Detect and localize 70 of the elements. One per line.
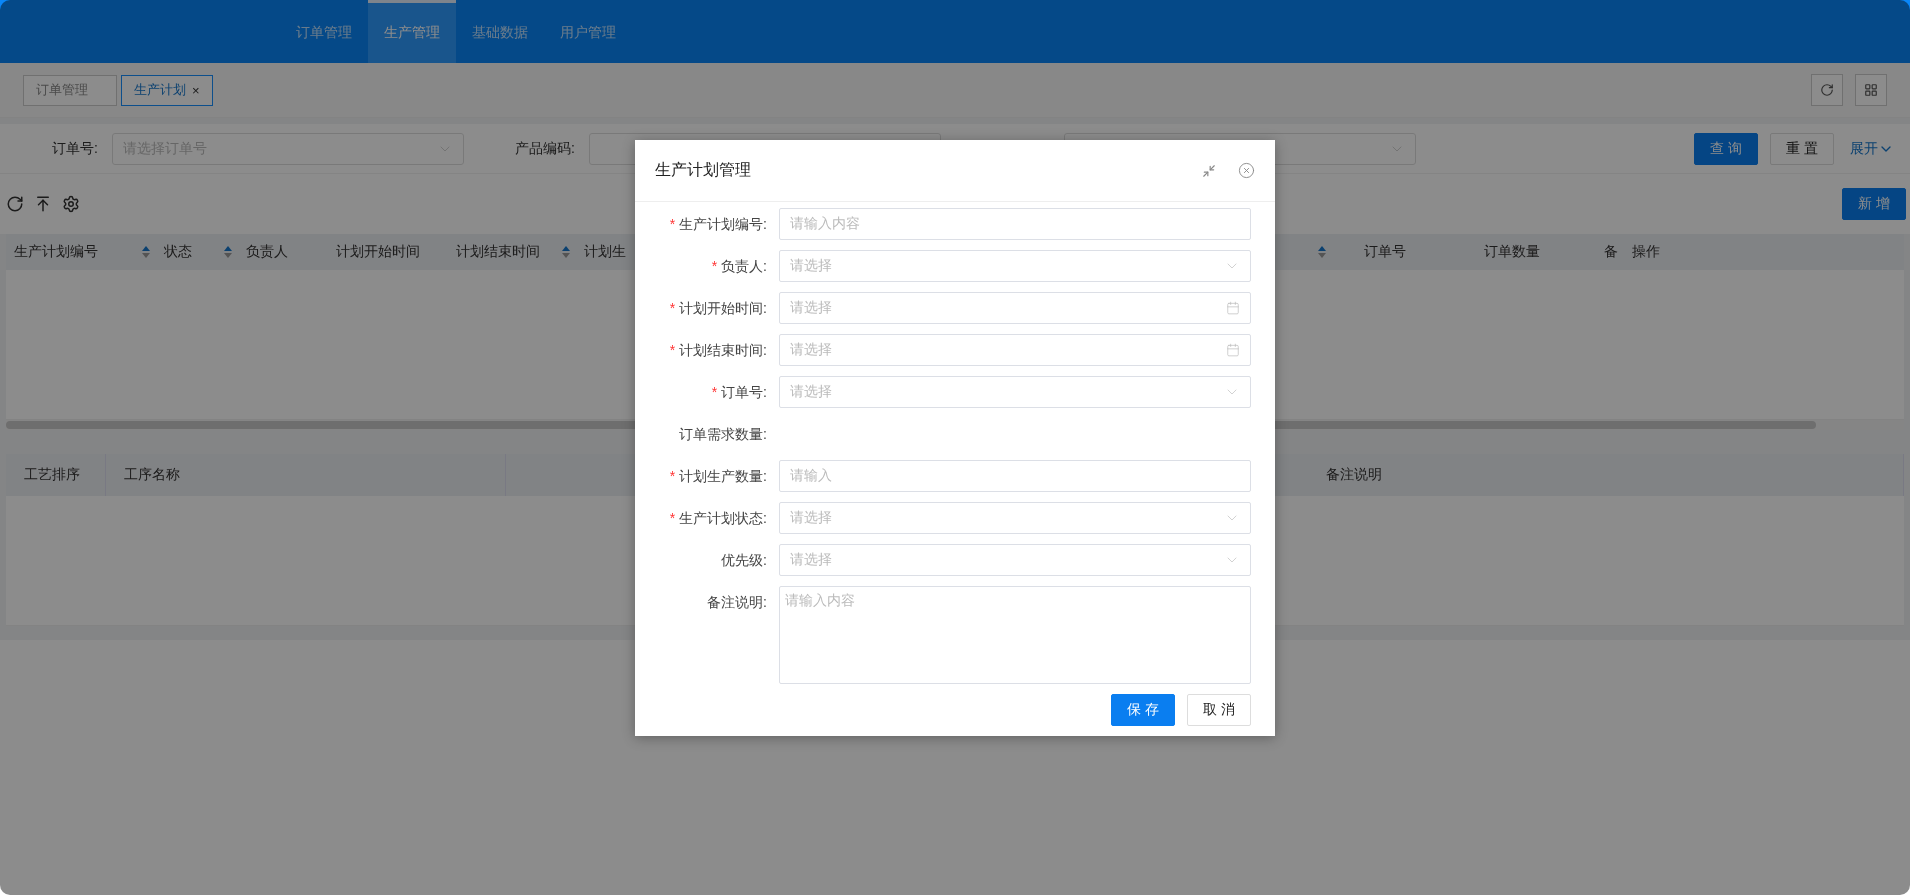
column-header: 计划开始时间	[336, 243, 420, 261]
grid-icon	[1864, 83, 1878, 97]
calendar-icon	[1226, 343, 1240, 357]
minimize-icon[interactable]	[1202, 163, 1216, 178]
form-label: * 计划结束时间:	[668, 341, 768, 360]
column-header: 负责人	[246, 243, 288, 261]
required-mark: *	[669, 342, 676, 358]
required-mark: *	[669, 510, 676, 526]
layout-button[interactable]	[1855, 74, 1887, 106]
sort-icon[interactable]	[142, 246, 150, 258]
add-button[interactable]: 新 增	[1842, 188, 1906, 220]
select-field[interactable]: 请选择	[779, 502, 1251, 534]
column-header: 订单数量	[1484, 243, 1540, 261]
sort-icon[interactable]	[224, 246, 232, 258]
form-label: 订单需求数量:	[678, 425, 768, 444]
menu-item[interactable]: 订单管理	[280, 0, 368, 63]
form-label: * 订单号:	[710, 383, 768, 402]
select-field[interactable]: 请选择	[779, 376, 1251, 408]
menu-item[interactable]: 基础数据	[456, 0, 544, 63]
column-header: 状态	[164, 243, 192, 261]
form-label: * 生产计划编号:	[668, 215, 768, 234]
required-mark: *	[669, 300, 676, 316]
date-field[interactable]: 请选择	[779, 334, 1251, 366]
select-field[interactable]: 请选择	[779, 250, 1251, 282]
menu-item[interactable]: 生产管理	[368, 0, 456, 63]
close-icon[interactable]: ×	[192, 82, 200, 98]
required-mark: *	[669, 468, 676, 484]
column-header: 订单号	[1364, 243, 1406, 261]
form-label: 优先级:	[720, 551, 768, 570]
save-button[interactable]: 保 存	[1111, 694, 1175, 726]
required-mark: *	[669, 216, 676, 232]
column-header: 计划生	[584, 243, 626, 261]
cancel-button[interactable]: 取 消	[1187, 694, 1251, 726]
page-tab[interactable]: 订单管理	[23, 74, 117, 106]
refresh-icon	[1820, 83, 1834, 97]
sort-icon[interactable]	[562, 246, 570, 258]
form-label: * 负责人:	[710, 257, 768, 276]
select-field[interactable]: 请选择	[779, 544, 1251, 576]
input-field[interactable]: 请输入	[779, 460, 1251, 492]
column-header: 备	[1604, 243, 1618, 261]
form-label: 备注说明:	[706, 593, 768, 612]
column-header: 备注说明	[1326, 466, 1382, 484]
calendar-icon	[1226, 301, 1240, 315]
date-field[interactable]: 请选择	[779, 292, 1251, 324]
column-header: 生产计划编号	[14, 243, 98, 261]
textarea-field[interactable]: 请输入内容	[779, 586, 1251, 684]
column-header: 工序名称	[124, 466, 180, 484]
input-field[interactable]: 请输入内容	[779, 208, 1251, 240]
dialog-title: 生产计划管理	[655, 160, 752, 180]
form-label: * 生产计划状态:	[668, 509, 768, 528]
settings-icon[interactable]	[62, 195, 80, 213]
query-button[interactable]: 查 询	[1694, 132, 1758, 165]
required-mark: *	[711, 384, 718, 400]
column-header: 计划结束时间	[456, 243, 540, 261]
form-label: * 计划开始时间:	[668, 299, 768, 318]
close-icon[interactable]	[1238, 162, 1255, 179]
form-label: * 计划生产数量:	[668, 467, 768, 486]
column-header: 操作	[1632, 243, 1660, 261]
filter-label: 订单号:	[52, 139, 98, 156]
filter-label: 产品编码:	[515, 139, 575, 156]
refresh-button[interactable]	[1811, 74, 1843, 106]
page-tab[interactable]: 生产计划 ×	[121, 74, 213, 106]
column-header: 工艺排序	[24, 466, 80, 484]
refresh-icon[interactable]	[6, 195, 24, 213]
column-height-icon[interactable]	[34, 195, 52, 213]
required-mark: *	[711, 258, 718, 274]
expand-link[interactable]: 展开	[1850, 139, 1894, 158]
menu-item[interactable]: 用户管理	[544, 0, 632, 63]
sort-icon[interactable]	[1318, 246, 1326, 258]
reset-button[interactable]: 重 置	[1770, 132, 1834, 165]
